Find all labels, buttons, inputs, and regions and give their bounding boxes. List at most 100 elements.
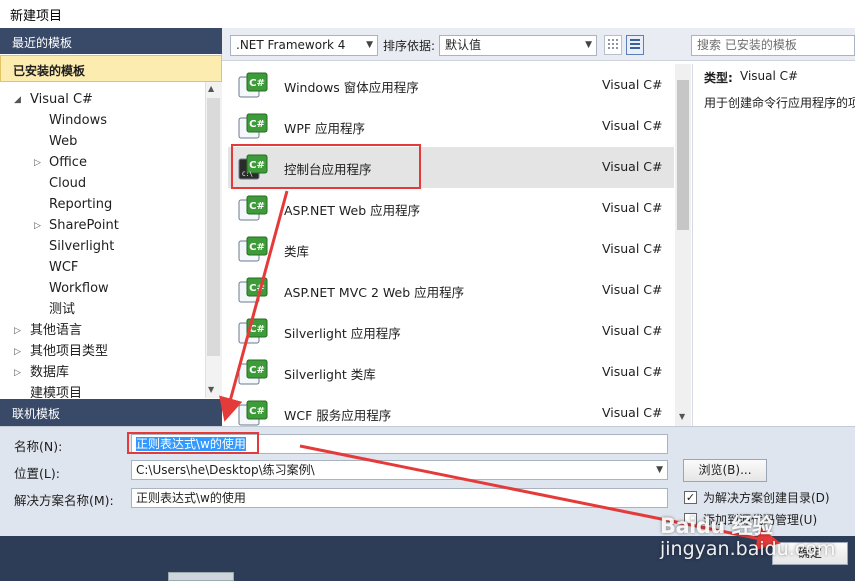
template-row[interactable]: C# Windows 窗体应用程序 Visual C# [228,65,674,106]
small-icons-view-button[interactable] [604,35,622,55]
expand-arrow-icon[interactable]: ▷ [14,321,21,341]
template-row[interactable]: C# Silverlight 类库 Visual C# [228,352,674,393]
list-scroll-down-icon[interactable]: ▼ [679,412,685,421]
info-description: 用于创建命令行应用程序的项 [704,96,855,110]
svg-text:C#: C# [249,119,265,130]
chevron-down-icon: ▼ [585,40,592,50]
tree-item[interactable]: Visual C# [30,90,93,110]
framework-select[interactable]: .NET Framework 4 ▼ [230,35,378,56]
template-language: Visual C# [602,282,663,297]
tree-item[interactable]: SharePoint [49,216,119,236]
template-row[interactable]: C# ASP.NET Web 应用程序 Visual C# [228,188,674,229]
template-language: Visual C# [602,159,663,174]
name-label: 名称(N): [14,439,63,454]
sort-select[interactable]: 默认值 ▼ [439,35,597,56]
svg-text:C#: C# [249,201,265,212]
template-language: Visual C# [602,405,663,420]
create-directory-label: 为解决方案创建目录(D) [703,491,830,505]
tree-item[interactable]: Cloud [49,174,86,194]
tree-item[interactable]: 测试 [49,300,75,320]
collapse-arrow-icon[interactable]: ◢ [14,90,21,110]
template-language: Visual C# [602,200,663,215]
expand-arrow-icon[interactable]: ▷ [34,216,41,236]
template-name: Silverlight 类库 [284,367,376,382]
tree-item[interactable]: 其他项目类型 [30,342,108,362]
template-name: 控制台应用程序 [284,162,372,177]
tree-item[interactable]: 数据库 [30,363,69,383]
windows-forms-icon: C# [238,72,268,98]
chevron-down-icon: ▼ [366,40,373,50]
template-language: Visual C# [602,323,663,338]
expand-arrow-icon[interactable]: ▷ [34,153,41,173]
medium-icons-view-button[interactable] [626,35,644,55]
tree-item[interactable]: Reporting [49,195,112,215]
template-language: Visual C# [602,364,663,379]
tree-scroll-up-icon[interactable]: ▲ [208,84,214,93]
location-select[interactable]: C:\Users\he\Desktop\练习案例\ ▼ [131,460,668,480]
aspnet-mvc-icon: C# [238,277,268,303]
framework-value: .NET Framework 4 [236,38,346,52]
project-name-input[interactable]: 正则表达式\w的使用 [131,434,668,454]
sort-label: 排序依据: [383,39,436,53]
chevron-down-icon: ▼ [656,465,663,475]
template-row[interactable]: C# WPF 应用程序 Visual C# [228,106,674,147]
template-name: WPF 应用程序 [284,121,366,136]
svg-text:C#: C# [249,406,265,417]
window-title: 新建项目 [10,9,63,24]
template-language: Visual C# [602,241,663,256]
silverlight-library-icon: C# [238,359,268,385]
console-app-icon: C#C:\ [238,154,268,180]
solution-name-input[interactable]: 正则表达式\w的使用 [131,488,668,508]
tree-item[interactable]: Silverlight [49,237,114,257]
info-type-value: Visual C# [740,69,799,83]
template-language: Visual C# [602,118,663,133]
online-templates-header[interactable]: 联机模板 [0,399,222,427]
template-name: ASP.NET MVC 2 Web 应用程序 [284,285,465,300]
template-name: 类库 [284,244,310,259]
tree-item[interactable]: 其他语言 [30,321,82,341]
online-templates-label: 联机模板 [12,407,61,421]
wpf-icon: C# [238,113,268,139]
dialog-footer [0,536,855,581]
wcf-service-icon: C# [238,400,268,426]
tree-scroll-down-icon[interactable]: ▼ [208,385,214,394]
aspnet-web-icon: C# [238,195,268,221]
solution-name-label: 解决方案名称(M): [14,493,114,508]
list-view-icon [630,39,640,49]
tree-item[interactable]: Web [49,132,77,152]
svg-text:C#: C# [249,242,265,253]
svg-text:C#: C# [249,160,265,171]
add-source-control-checkbox[interactable] [684,513,697,526]
location-label: 位置(L): [14,466,60,481]
tree-scrollbar-thumb[interactable] [207,98,220,356]
installed-templates-header[interactable]: 已安装的模板 [0,55,222,82]
recent-templates-label: 最近的模板 [12,36,73,50]
svg-text:C#: C# [249,78,265,89]
expand-arrow-icon[interactable]: ▷ [14,342,21,362]
svg-text:C#: C# [249,365,265,376]
template-row[interactable]: C# WCF 服务应用程序 Visual C# [228,393,674,426]
tree-item[interactable]: Workflow [49,279,109,299]
location-value: C:\Users\he\Desktop\练习案例\ [136,463,315,477]
browse-button[interactable]: 浏览(B)... [683,459,767,482]
tree-item[interactable]: WCF [49,258,78,278]
tree-item[interactable]: 建模项目 [30,384,82,398]
template-row[interactable]: C# ASP.NET MVC 2 Web 应用程序 Visual C# [228,270,674,311]
add-source-control-label: 添加到源代码管理(U) [703,513,818,527]
recent-templates-header[interactable]: 最近的模板 [0,28,222,54]
expand-arrow-icon[interactable]: ▷ [14,363,21,383]
ok-button[interactable]: 确定 [772,542,848,565]
template-search-input[interactable]: 搜索 已安装的模板 [691,35,855,56]
create-directory-checkbox[interactable]: ✓ [684,491,697,504]
template-name: Windows 窗体应用程序 [284,80,419,95]
tree-item[interactable]: Office [49,153,87,173]
taskbar-thumbnail [168,572,234,581]
installed-templates-label: 已安装的模板 [13,64,86,78]
title-bar: 新建项目 [0,0,855,28]
template-row[interactable]: C# Silverlight 应用程序 Visual C# [228,311,674,352]
template-row[interactable]: C# C:\ 控制台应用程序 Visual C# [228,147,674,188]
tree-item[interactable]: Windows [49,111,107,131]
template-list-scrollbar-thumb[interactable] [677,80,689,230]
template-row[interactable]: C# 类库 Visual C# [228,229,674,270]
checkmark-icon: ✓ [685,491,696,504]
